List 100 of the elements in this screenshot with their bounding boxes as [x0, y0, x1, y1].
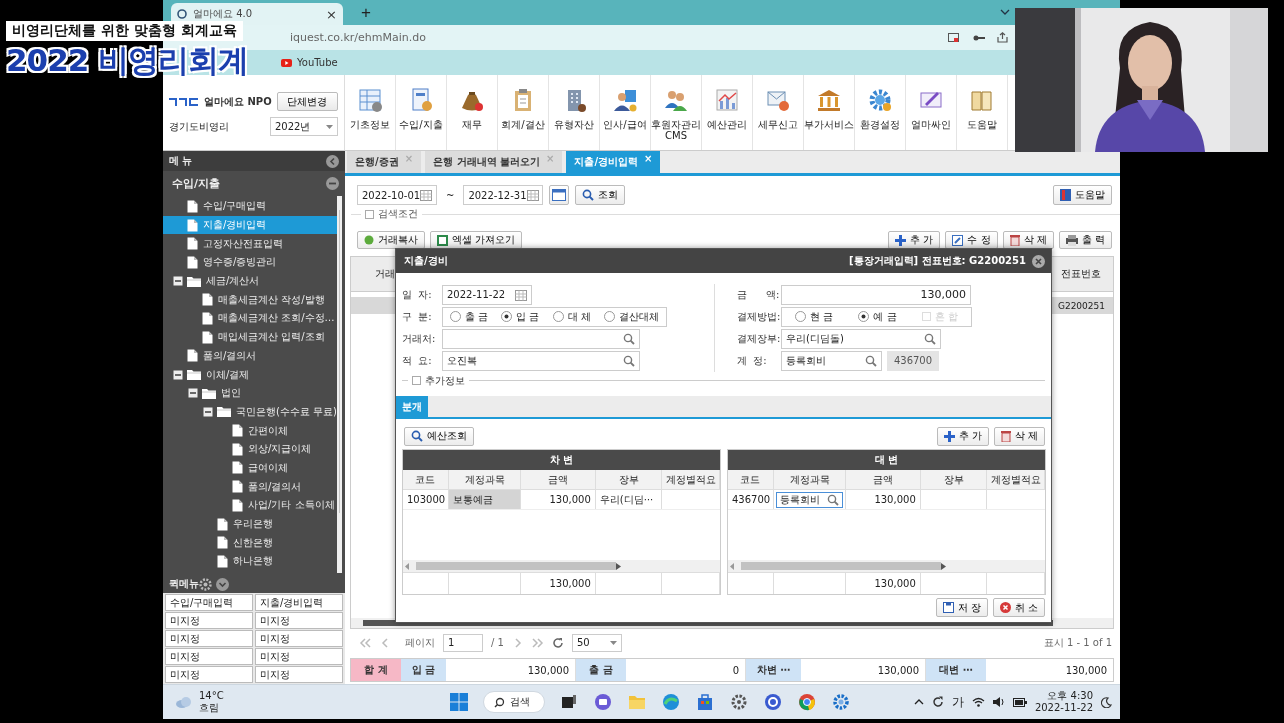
module-button[interactable]: 인사/급여 [600, 75, 651, 150]
quick-menu-item[interactable]: 미지정 [255, 648, 343, 665]
quick-menu-item[interactable]: 미지정 [165, 612, 253, 629]
module-button[interactable]: 부가서비스 [804, 75, 855, 150]
radio-button[interactable]: 현 금 [794, 309, 833, 324]
tree-item[interactable]: 급여이체 [163, 458, 337, 478]
tree-item[interactable]: 매출세금계산 조회/수정… [163, 309, 337, 328]
total-value: 130,000 [846, 573, 921, 594]
help-button[interactable]: 도움말 [1053, 185, 1112, 205]
radio-button[interactable]: 입 금 [501, 309, 540, 324]
input-method-indicator[interactable]: 가 [951, 693, 964, 711]
module-button[interactable]: 도움말 [957, 75, 1008, 150]
radio-button[interactable]: 출 금 [449, 309, 488, 324]
quick-menu-item[interactable]: 지출/경비입력 [255, 594, 343, 611]
quick-menu-item[interactable]: 미지정 [255, 630, 343, 647]
tree-item[interactable]: 간편이체 [163, 421, 337, 440]
radio-button[interactable]: 예 금 [858, 309, 897, 324]
year-select[interactable]: 2022년 [270, 117, 338, 136]
brand-name: 얼마에요 NPO [204, 94, 272, 109]
quick-menu-item[interactable]: 미지정 [255, 612, 343, 629]
search-box[interactable]: 검색 [482, 691, 545, 713]
tab[interactable]: 은행/증권 × [347, 151, 422, 173]
table-cell: 우리(디딤⋯ [595, 490, 663, 509]
date-field[interactable]: 2022-11-22 [442, 284, 532, 305]
toolbar-button[interactable]: 엑셀 가져오기 [430, 231, 523, 249]
toolbar-button[interactable]: 거래복사 [357, 231, 425, 249]
input-field[interactable]: 130,000 [781, 284, 971, 305]
tree-item[interactable]: 고정자산전표입력 [163, 234, 337, 254]
module-button[interactable]: 기초정보 [345, 75, 396, 150]
field-label: 계 정: [737, 353, 768, 368]
field-label: 일 자: [402, 287, 433, 302]
module-button[interactable]: 세무신고 [753, 75, 804, 150]
budget-button[interactable]: 예산조회 [404, 426, 474, 446]
tree-item[interactable]: 품의/결의서 [163, 477, 337, 496]
module-button[interactable]: 유형자산 [549, 75, 600, 150]
date-field[interactable]: 2022-12-31 [463, 185, 544, 205]
temperature: 14°C [199, 690, 224, 702]
field-label: 결제방법: [737, 309, 781, 324]
module-button[interactable]: 회계/결산 [498, 75, 549, 150]
module-button[interactable]: 재무 [447, 75, 498, 150]
tree-item[interactable]: 외상/지급이체 [163, 439, 337, 459]
search-button[interactable]: 조회 [575, 185, 626, 205]
change-org-button[interactable]: 단체변경 [276, 92, 338, 111]
date-field[interactable]: 2022-10-01 [357, 185, 437, 205]
input-field[interactable]: 오진복 [442, 350, 640, 371]
new-tab-button[interactable]: + [357, 1, 375, 25]
tree-item[interactable]: 법인 [163, 383, 337, 403]
module-button[interactable]: 환경설정 [855, 75, 906, 150]
add-button[interactable]: 추 가 [936, 426, 989, 446]
tree-item[interactable]: 영수증/증빙관리 [163, 253, 337, 272]
table-cell: 보통예금 [448, 490, 522, 509]
input-field[interactable]: 등록회비 [781, 350, 882, 371]
input-field[interactable]: 우리(디딤돌) [781, 328, 941, 349]
tree-item[interactable]: 신한은행 [163, 533, 337, 553]
total-label: 합 계 [351, 659, 401, 681]
cancel-button[interactable]: 취 소 [992, 598, 1045, 617]
total-value: 130,000 [1064, 663, 1108, 678]
tree-item[interactable]: 사업/기타 소득이체 [163, 496, 337, 515]
tree-item[interactable]: 국민은행(수수료 무료) [163, 402, 337, 422]
browser-tab[interactable]: 얼마에요 4.0 × [171, 3, 343, 25]
tree-item[interactable]: 세금/계산서 [163, 271, 337, 291]
field-label: 구 분: [402, 309, 433, 324]
quick-menu-item[interactable]: 미지정 [165, 666, 253, 683]
input-field[interactable]: 등록회비 [775, 491, 844, 508]
checkbox[interactable]: 검색조건 [365, 207, 418, 221]
page-size-select[interactable]: 50 [571, 633, 622, 652]
clock[interactable]: 오후 4:30 2022-11-22 [1034, 690, 1093, 714]
radio-button[interactable]: 대 체 [552, 309, 591, 324]
tree-item[interactable]: 하나은행 [163, 552, 337, 571]
toolbar-button[interactable]: 수 정 [945, 231, 998, 249]
address-field[interactable]: iquest.co.kr/ehmMain.do [290, 31, 426, 44]
quick-menu-item[interactable]: 미지정 [255, 666, 343, 683]
module-button[interactable]: 예산관리 [702, 75, 753, 150]
column-header: 장부 [920, 470, 988, 490]
bookmark-link[interactable]: YouTube [297, 57, 338, 68]
toolbar-button[interactable]: 출 력 [1058, 231, 1112, 249]
tree-item[interactable]: 수입/구매입력 [163, 197, 337, 216]
radio-button[interactable]: 결산대체 [604, 309, 660, 324]
toolbar-button[interactable]: 추 가 [888, 231, 941, 249]
tree-item[interactable]: 매입세금계산 입력/조회 [163, 327, 337, 347]
checkbox[interactable]: 추가정보 [412, 373, 465, 388]
total-label: 차변 ⋯ [746, 659, 801, 681]
delete-button[interactable]: 삭 제 [993, 426, 1045, 446]
tree-item[interactable]: 우리은행 [163, 514, 337, 534]
tree-item[interactable]: 품의/결의서 [163, 346, 337, 366]
save-button[interactable]: 저 장 [935, 598, 988, 617]
module-button[interactable]: 얼마싸인 [906, 75, 957, 150]
toolbar-button[interactable]: 삭 제 [1002, 231, 1054, 249]
tree-item[interactable]: 이체/결제 [163, 365, 337, 384]
module-button[interactable]: 후원자관리 CMS [651, 75, 702, 150]
table-title: 차 변 [403, 450, 720, 470]
tree-item[interactable]: 매출세금계산 작성/발행 [163, 290, 337, 310]
tab[interactable]: 은행 거래내역 불러오기 × [425, 151, 563, 173]
quick-menu-item[interactable]: 미지정 [165, 630, 253, 647]
close-button[interactable]: × [326, 6, 337, 22]
module-button[interactable]: 수입/지출 [396, 75, 447, 150]
page-field[interactable]: 1 [443, 633, 483, 652]
quick-menu-item[interactable]: 수입/구매입력 [165, 594, 253, 611]
quick-menu-item[interactable]: 미지정 [165, 648, 253, 665]
column-header: 계정과목 [448, 470, 522, 490]
